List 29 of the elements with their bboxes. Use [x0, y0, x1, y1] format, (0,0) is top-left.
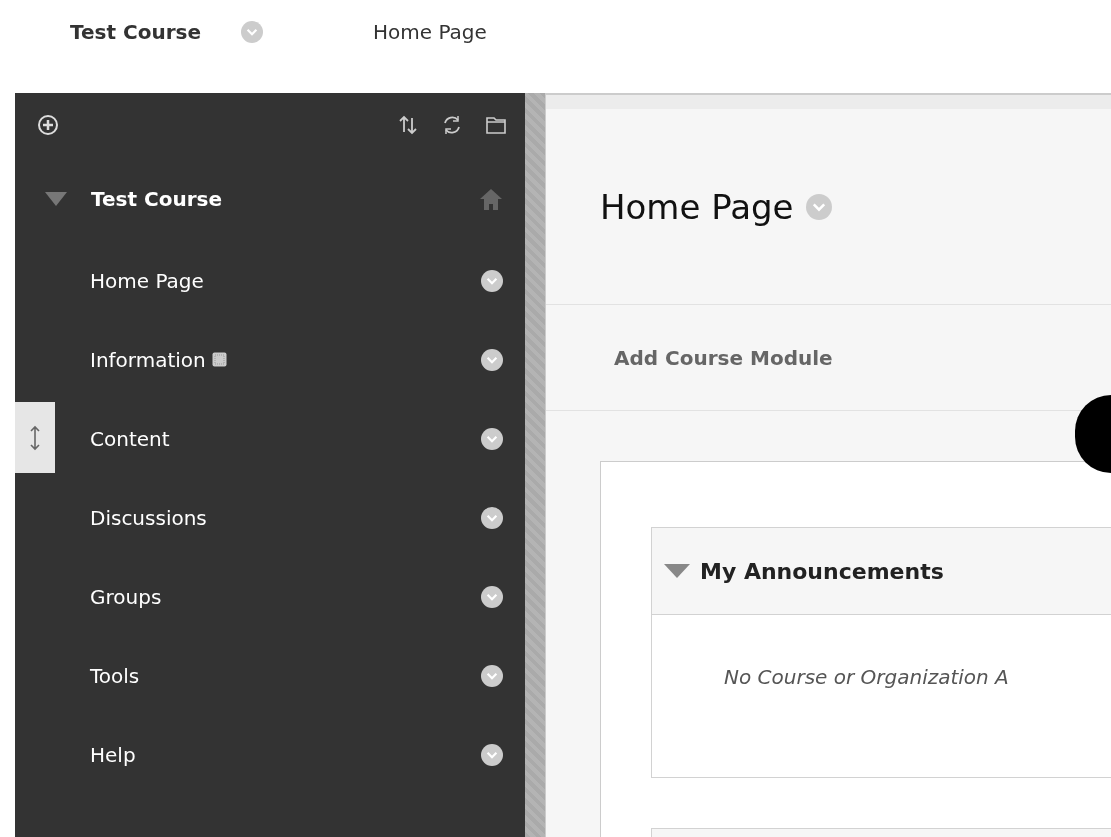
add-icon[interactable] [37, 114, 59, 136]
module-title: My Announcements [700, 558, 944, 584]
menu-item[interactable]: Discussions [90, 505, 207, 530]
chevron-icon[interactable] [481, 427, 503, 450]
add-module-button[interactable]: Add Course Module [614, 345, 833, 370]
chevron-icon[interactable] [481, 269, 503, 292]
chevron-icon[interactable] [481, 348, 503, 371]
chevron-icon[interactable] [481, 506, 503, 529]
collapse-triangle-icon[interactable] [45, 192, 67, 206]
menu-item[interactable]: Groups [90, 584, 162, 609]
drag-handle[interactable] [15, 402, 55, 473]
course-title[interactable]: Test Course [91, 187, 479, 211]
menu-item[interactable]: Home Page [90, 268, 204, 293]
collapse-triangle-icon[interactable] [664, 564, 690, 578]
chevron-icon[interactable] [481, 664, 503, 687]
page-title: Home Page [600, 186, 794, 227]
breadcrumb-page[interactable]: Home Page [372, 19, 487, 44]
folder-icon[interactable] [485, 114, 507, 136]
breadcrumb-course[interactable]: Test Course [70, 19, 201, 44]
scrollbar[interactable] [525, 93, 545, 837]
menu-item[interactable]: Content [90, 426, 170, 451]
sort-arrows-icon[interactable] [397, 114, 419, 136]
menu-item[interactable]: Information [90, 347, 206, 372]
menu-item[interactable]: Tools [90, 663, 140, 688]
empty-message: No Course or Organization A [724, 665, 1009, 689]
menu-item[interactable]: Help [90, 742, 136, 767]
chevron-icon[interactable] [481, 585, 503, 608]
refresh-icon[interactable] [441, 114, 463, 136]
chevron-icon[interactable] [481, 743, 503, 766]
